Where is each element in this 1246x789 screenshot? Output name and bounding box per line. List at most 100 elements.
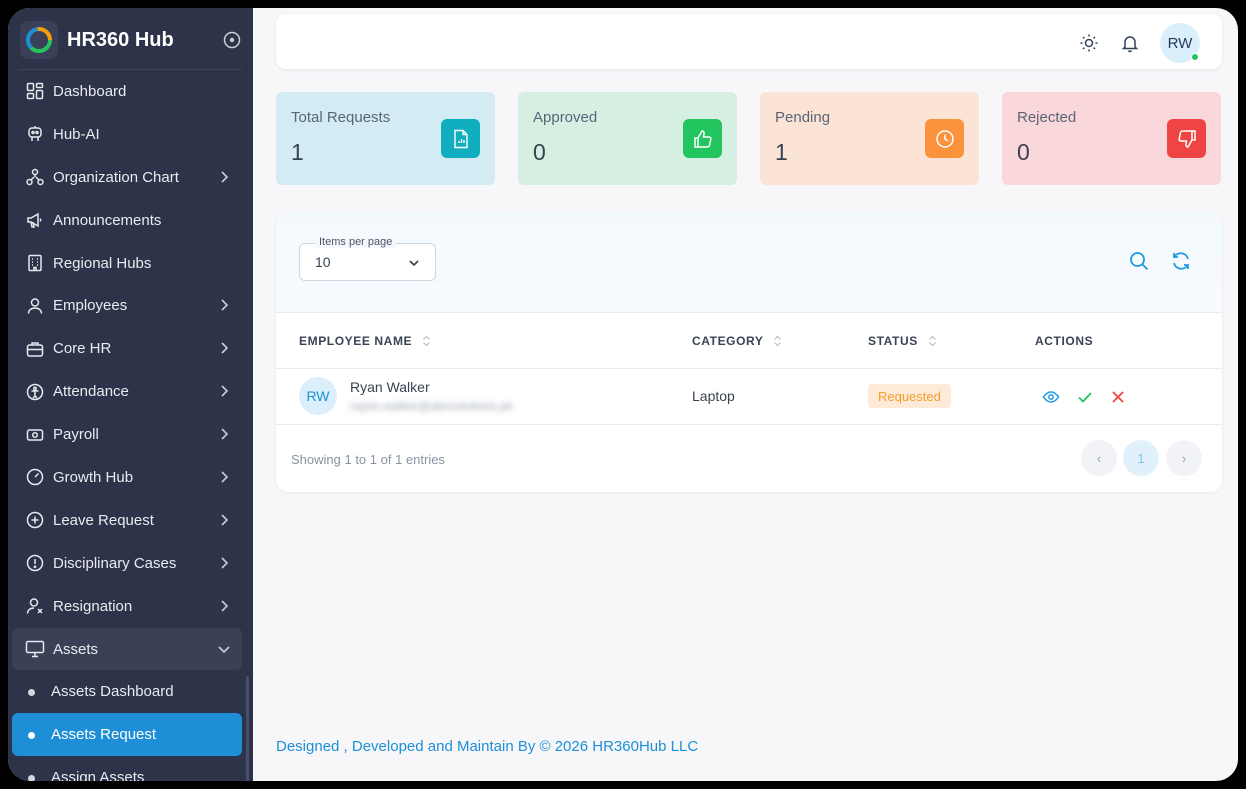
stat-card-total-requests: Total Requests 1 [276, 92, 495, 185]
megaphone-icon [24, 209, 46, 231]
sidebar-item-dashboard[interactable]: Dashboard [12, 70, 242, 113]
sidebar-item-label: Hub-AI [53, 125, 100, 143]
sort-icon [774, 335, 782, 347]
stat-label: Total Requests [291, 109, 391, 126]
table-header: EMPLOYEE NAME CATEGORY STATUS ACTIONS [276, 312, 1222, 369]
building-icon [24, 252, 46, 274]
stat-label: Pending [775, 109, 831, 126]
stat-card-rejected: Rejected 0 [1002, 92, 1221, 185]
chevron-down-icon [407, 256, 421, 270]
monitor-icon [24, 638, 46, 660]
items-per-page-label: Items per page [315, 236, 397, 248]
stat-value: 1 [291, 139, 304, 165]
asset-category: Laptop [692, 388, 735, 404]
user-avatar[interactable]: RW [1160, 23, 1200, 63]
sidebar-item-label: Leave Request [53, 511, 154, 529]
column-header-actions: ACTIONS [1035, 334, 1093, 348]
plus-circle-icon [24, 509, 46, 531]
sidebar-subitem-label: Assign Assets [51, 769, 145, 781]
sidebar-item-resignation[interactable]: Resignation [12, 585, 242, 628]
employee-name: Ryan Walker [350, 379, 430, 395]
sidebar-item-assets[interactable]: Assets [12, 627, 242, 671]
stat-value: 0 [1017, 139, 1030, 165]
sidebar-subitem-label: Assets Dashboard [51, 683, 174, 701]
view-eye-icon[interactable] [1042, 388, 1060, 406]
stat-card-pending: Pending 1 [760, 92, 979, 185]
column-header-label: STATUS [868, 334, 918, 348]
column-header-employee-name[interactable]: EMPLOYEE NAME [299, 334, 431, 348]
stat-value: 1 [775, 139, 788, 165]
sidebar-item-hub-ai[interactable]: Hub-AI [12, 113, 242, 156]
sidebar-item-leave-request[interactable]: Leave Request [12, 499, 242, 542]
theme-toggle-sun-icon[interactable] [1078, 32, 1100, 54]
pagination-next-button[interactable]: › [1166, 440, 1202, 476]
chevron-right-icon [216, 597, 232, 615]
pagination-prev-button[interactable]: ‹ [1081, 440, 1117, 476]
chevron-right-icon [216, 468, 232, 486]
robot-icon [24, 123, 46, 145]
sidebar-item-label: Core HR [53, 340, 112, 358]
sidebar-pin-icon[interactable] [222, 30, 242, 50]
search-icon[interactable] [1128, 250, 1152, 274]
approve-check-icon[interactable] [1076, 388, 1094, 406]
money-icon [24, 424, 46, 446]
app-title: HR360 Hub [67, 28, 174, 51]
chevron-right-icon [216, 382, 232, 400]
attendance-icon [24, 381, 46, 403]
items-per-page-value: 10 [315, 254, 331, 270]
app-window: HR360 Hub Dashboard Hub-AI Organization … [8, 8, 1238, 781]
sidebar-item-attendance[interactable]: Attendance [12, 370, 242, 413]
sidebar-subitem-assets-dashboard[interactable]: Assets Dashboard [12, 670, 242, 713]
table-toolbar: Items per page 10 [276, 212, 1222, 312]
reject-x-icon[interactable] [1109, 388, 1127, 406]
sidebar-item-label: Dashboard [53, 82, 127, 100]
clock-icon [925, 119, 964, 158]
main-content: RW Total Requests 1 Approved 0 Pending 1… [253, 8, 1238, 781]
sidebar-item-growth-hub[interactable]: Growth Hub [12, 456, 242, 499]
column-header-label: EMPLOYEE NAME [299, 334, 413, 348]
bullet-icon [28, 689, 35, 697]
user-x-icon [24, 595, 46, 617]
items-per-page-select[interactable]: Items per page 10 [299, 236, 436, 281]
sort-icon [928, 335, 936, 347]
sidebar-item-label: Employees [53, 297, 128, 315]
sidebar-nav: Dashboard Hub-AI Organization Chart Anno… [12, 70, 242, 781]
sidebar-item-label: Assets [53, 640, 99, 658]
thumbs-down-icon [1167, 119, 1206, 158]
column-header-category[interactable]: CATEGORY [692, 334, 782, 348]
chevron-right-icon [216, 339, 232, 357]
stat-label: Rejected [1017, 109, 1077, 126]
sidebar-item-regional-hubs[interactable]: Regional Hubs [12, 242, 242, 285]
document-chart-icon [441, 119, 480, 158]
sort-icon [423, 335, 431, 347]
sidebar-item-label: Attendance [53, 383, 129, 401]
sidebar-item-employees[interactable]: Employees [12, 284, 242, 327]
sidebar-item-organization-chart[interactable]: Organization Chart [12, 156, 242, 199]
sidebar-item-core-hr[interactable]: Core HR [12, 327, 242, 370]
stat-value: 0 [533, 139, 546, 165]
chevron-right-icon [216, 511, 232, 529]
pagination-page-1[interactable]: 1 [1123, 440, 1159, 476]
table-row: RW Ryan Walker rayan.walker@abcsolutions… [276, 369, 1222, 425]
sidebar-subitem-assign-assets[interactable]: Assign Assets [12, 756, 242, 781]
refresh-icon[interactable] [1170, 250, 1194, 274]
sidebar-scrollbar[interactable] [246, 676, 249, 781]
stat-label: Approved [533, 109, 598, 126]
employee-email: rayan.walker@abcsolutions.pk [350, 399, 513, 413]
notifications-bell-icon[interactable] [1119, 32, 1141, 54]
sidebar-item-announcements[interactable]: Announcements [12, 199, 242, 242]
chevron-down-icon [216, 640, 232, 658]
sidebar-item-label: Disciplinary Cases [53, 554, 177, 572]
sidebar-item-disciplinary-cases[interactable]: Disciplinary Cases [12, 542, 242, 585]
brand: HR360 Hub [20, 14, 242, 66]
online-status-dot [1191, 53, 1199, 61]
chevron-right-icon [216, 296, 232, 314]
briefcase-icon [24, 338, 46, 360]
column-header-label: CATEGORY [692, 334, 764, 348]
footer-credits: Designed , Developed and Maintain By © 2… [276, 738, 699, 755]
sidebar-item-label: Payroll [53, 426, 99, 444]
column-header-status[interactable]: STATUS [868, 334, 937, 348]
sidebar-subitem-assets-request[interactable]: Assets Request [12, 713, 242, 757]
column-header-label: ACTIONS [1035, 334, 1094, 348]
sidebar-item-payroll[interactable]: Payroll [12, 413, 242, 456]
